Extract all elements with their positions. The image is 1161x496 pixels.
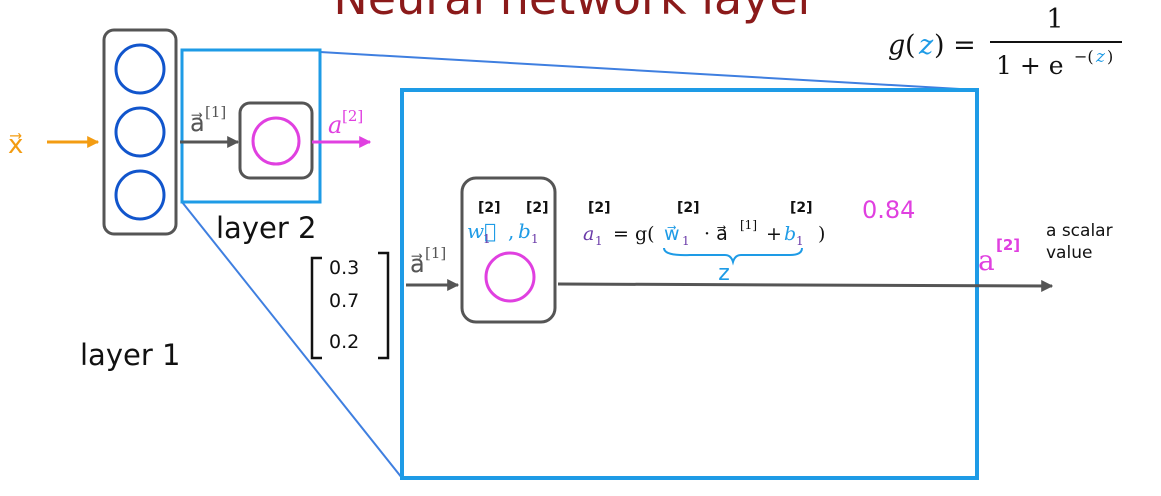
eq-a-sub: 1 [595,234,603,248]
scalar-note-line1: a scalar [1046,221,1113,241]
eq-b: b [784,223,796,245]
layer2-label: layer 2 [216,211,316,245]
eq-plus: + [766,223,782,245]
zoom-input-label: a⃗ [410,250,425,278]
vector-value-3: 0.2 [329,331,359,353]
param-b-sub: 1 [531,232,539,246]
zoom-input-sup: [1] [425,244,446,262]
param-w: w⃗ [467,219,496,243]
eq-dot-a: · a⃗ [704,223,728,245]
eq-b-sub: 1 [796,234,804,248]
zoom-output-sup: [2] [996,236,1020,254]
eq-b-sup: [2] [790,200,813,216]
eq-a: a [583,223,594,245]
param-b-sup: [2] [526,200,549,216]
layer2-input-sup: [1] [205,103,226,121]
vector-bracket-left [310,256,322,360]
z-label: z [718,261,730,286]
output-value: 0.84 [862,196,915,224]
sigmoid-numerator: 1 [1046,4,1063,35]
sigmoid-close-equals: ) = [934,30,976,61]
sigmoid-exp-pre: −( [1074,47,1094,66]
param-b: b [518,219,531,243]
sigmoid-z: z [918,30,934,61]
eq-close: ) [818,223,825,245]
slide-title: Neural network layer [333,0,816,25]
vector-value-1: 0.3 [329,257,359,279]
activation-equation: a 1 [2] = g( w⃗ 1 [2] · a⃗ [1] + b 1 [2]… [583,200,825,286]
sigmoid-open: ( [905,30,916,61]
param-comma: , [508,219,514,243]
scalar-note-line2: value [1046,243,1092,263]
vector-value-2: 0.7 [329,290,359,312]
input-vector: 0.3 0.7 0.2 [310,251,390,360]
layer2-unit-box [238,101,314,180]
input-x-label: x⃗ [8,130,23,160]
eq-w-sub: 1 [682,234,690,248]
sigmoid-formula: g ( z ) = 1 1 + e −( z ) [888,4,1122,80]
layer2-output-sup: [2] [342,107,363,125]
vector-bracket-right [378,251,390,360]
zoom-output-label: a [978,244,995,277]
eq-w: w⃗ [664,223,680,245]
layer1-box [102,28,178,236]
sigmoid-exp-z: z [1095,47,1106,67]
layer2-input-label: a⃗ [190,109,205,137]
sigmoid-g: g [888,30,905,61]
eq-mid: = g( [613,223,655,245]
param-w-sup: [2] [478,200,501,216]
zoom-line-top [319,51,978,91]
diagram-canvas: Neural network layer g ( z ) = 1 1 + e −… [8,0,1122,480]
sigmoid-denominator-base: 1 + e [996,51,1064,80]
z-underbrace [663,247,803,266]
eq-a-sup: [2] [588,200,611,216]
sigmoid-exp-post: ) [1107,47,1113,66]
param-w-sub: 1 [483,232,491,246]
eq-dot-sup: [1] [740,218,757,232]
eq-w-sup: [2] [677,200,700,216]
layer1-label: layer 1 [80,338,180,372]
layer2-output-label: a [328,111,342,139]
zoom-output-arrow [557,279,1054,292]
